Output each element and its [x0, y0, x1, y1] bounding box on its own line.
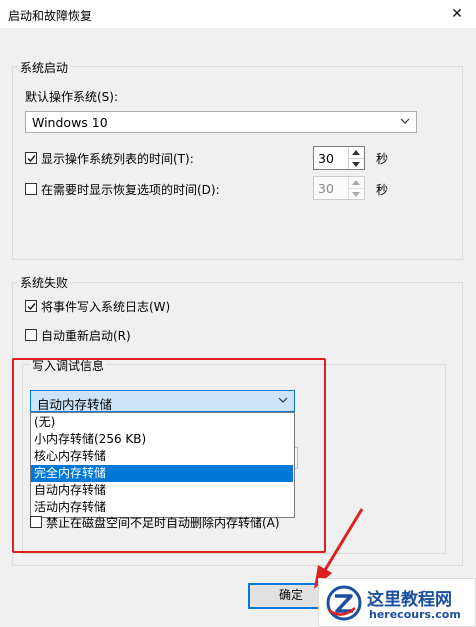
- watermark-domain: herecours.com: [369, 608, 461, 621]
- watermark-logo-icon: [326, 585, 362, 621]
- default-os-select[interactable]: Windows 10: [25, 111, 417, 133]
- show-recovery-spinner[interactable]: 30: [313, 176, 365, 200]
- spin-down-button[interactable]: [349, 158, 364, 170]
- write-event-label: 将事件写入系统日志(W): [41, 300, 171, 314]
- close-icon[interactable]: ✕: [446, 4, 468, 24]
- checkmark-icon: [27, 303, 36, 311]
- checkmark-icon: [27, 155, 36, 163]
- spin-up-button[interactable]: [349, 147, 364, 158]
- chevron-down-icon: [400, 118, 410, 124]
- auto-restart-checkbox[interactable]: [25, 329, 37, 341]
- system-startup-label: 系统启动: [18, 59, 71, 76]
- seconds-unit-2: 秒: [376, 183, 389, 197]
- show-recovery-label: 在需要时显示恢复选项的时间(D):: [41, 183, 220, 197]
- spin-down-button[interactable]: [349, 188, 364, 200]
- default-os-value: Windows 10: [32, 115, 108, 130]
- watermark: 这里教程网 herecours.com: [318, 578, 476, 627]
- window-title: 启动和故障恢复: [8, 9, 93, 23]
- seconds-unit-1: 秒: [376, 152, 389, 166]
- system-failure-label: 系统失败: [18, 274, 71, 291]
- show-recovery-value: 30: [318, 181, 334, 196]
- triangle-up-icon: [352, 180, 360, 185]
- show-os-list-checkbox[interactable]: [25, 152, 37, 164]
- triangle-down-icon: [352, 192, 360, 197]
- show-os-list-value: 30: [318, 151, 334, 166]
- watermark-brand: 这里教程网: [367, 590, 452, 610]
- show-os-list-label: 显示操作系统列表的时间(T):: [41, 152, 194, 166]
- default-os-label: 默认操作系统(S):: [25, 90, 119, 104]
- auto-restart-label: 自动重新启动(R): [41, 329, 131, 343]
- spin-up-button[interactable]: [349, 177, 364, 188]
- annotation-highlight-box: [12, 358, 326, 553]
- show-os-list-spinner[interactable]: 30: [313, 146, 365, 170]
- triangle-up-icon: [352, 150, 360, 155]
- show-recovery-checkbox[interactable]: [25, 183, 37, 195]
- write-event-checkbox[interactable]: [25, 300, 37, 312]
- triangle-down-icon: [352, 162, 360, 167]
